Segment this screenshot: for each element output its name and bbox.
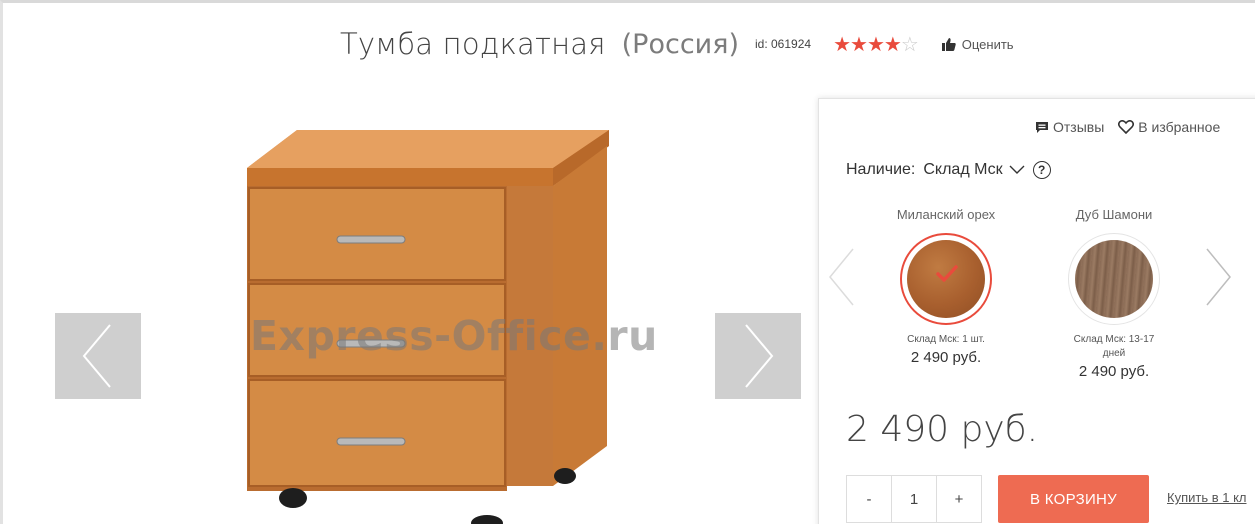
swatch-name: Миланский орех (896, 207, 996, 222)
star-icon: ★ (850, 33, 868, 56)
favorites-label: В избранное (1138, 119, 1221, 135)
rate-button[interactable]: Оценить (941, 36, 1014, 52)
star-icon: ★ (833, 33, 851, 56)
color-swatch (907, 240, 985, 318)
gallery-next-button[interactable] (715, 313, 801, 399)
watermark: Express-Office.ru (250, 312, 658, 360)
rate-label: Оценить (961, 36, 1014, 52)
swatch-chamonix-oak[interactable]: Дуб Шамони Склад Мск: 13-17 дней 2 490 р… (1039, 207, 1189, 380)
product-price: 2 490 руб. (846, 409, 1039, 450)
check-icon (936, 265, 958, 282)
swatch-next-button[interactable] (1203, 247, 1233, 312)
rating-stars: ★★★★☆ (833, 32, 919, 57)
qty-minus-button[interactable]: - (847, 476, 891, 522)
product-id: id: 061924 (755, 37, 812, 51)
star-icon: ★ (883, 33, 902, 56)
purchase-panel: Отзывы В избранное Наличие: Склад Мск ? … (818, 98, 1255, 524)
star-icon: ★ (866, 33, 885, 56)
add-to-cart-button[interactable]: В КОРЗИНУ (998, 475, 1149, 523)
swatch-prev-button[interactable] (827, 247, 857, 312)
availability-label: Наличие: (846, 161, 916, 178)
thumbs-up-icon (941, 37, 956, 51)
swatch-stock: Склад Мск: 1 шт. (907, 334, 985, 345)
chevron-right-icon (1206, 248, 1231, 306)
qty-plus-button[interactable]: + (937, 476, 981, 522)
swatch-stock: Склад Мск: 13-17 дней (1073, 334, 1155, 359)
star-empty-icon: ☆ (900, 33, 919, 56)
store-select[interactable]: Склад Мск (923, 161, 1002, 179)
buy-one-click-link[interactable]: Купить в 1 кл (1167, 490, 1247, 505)
chevron-down-icon[interactable] (1009, 165, 1025, 175)
gallery-prev-button[interactable] (55, 313, 141, 399)
quantity-stepper: - 1 + (846, 475, 982, 523)
color-swatch (1075, 240, 1153, 318)
qty-input[interactable]: 1 (891, 476, 937, 522)
swatch-ring (1068, 233, 1160, 325)
help-icon[interactable]: ? (1032, 161, 1051, 179)
swatch-milan-walnut[interactable]: Миланский орех Склад Мск: 1 шт. 2 490 ру… (871, 207, 1021, 366)
swatch-price: 2 490 руб. (910, 349, 982, 366)
favorites-link[interactable]: В избранное (1118, 119, 1220, 135)
chevron-right-icon (745, 324, 774, 388)
reviews-link[interactable]: Отзывы (1035, 119, 1104, 135)
panel-links: Отзывы В избранное (1035, 119, 1234, 135)
store-value: Склад Мск (923, 161, 1003, 178)
heart-icon (1118, 120, 1135, 134)
availability-row: Наличие: Склад Мск ? (846, 161, 1051, 179)
swatch-ring-selected (900, 233, 992, 325)
reviews-label: Отзывы (1053, 119, 1105, 135)
product-country: (Россия) (621, 28, 739, 60)
product-title: Тумба подкатная (340, 27, 606, 61)
chevron-left-icon (829, 248, 854, 306)
chevron-left-icon (82, 324, 111, 388)
swatch-name: Дуб Шамони (1075, 207, 1153, 222)
product-header: Тумба подкатная (Россия) id: 061924 ★★★★… (340, 22, 1014, 66)
swatch-price: 2 490 руб. (1078, 363, 1150, 380)
comment-icon (1036, 121, 1048, 133)
